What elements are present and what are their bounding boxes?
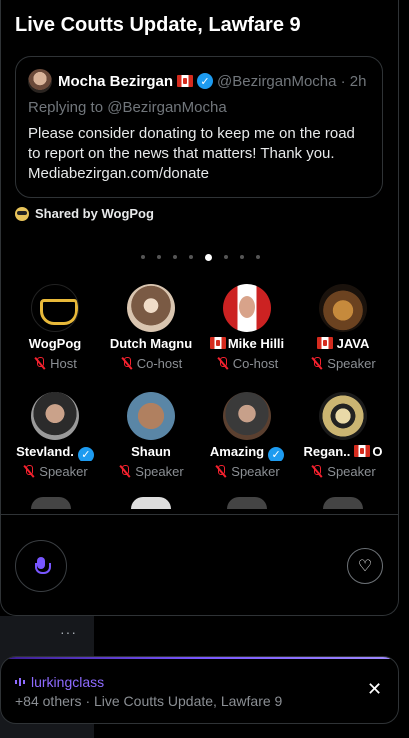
pager-dot[interactable] <box>240 255 244 259</box>
mini-player-host: lurkingclass <box>15 674 104 690</box>
author-handle-time: @BezirganMocha · 2h <box>217 72 367 90</box>
pager-dots <box>1 254 398 261</box>
shared-by-label: Shared by WogPog <box>35 206 154 221</box>
close-icon[interactable]: ✕ <box>367 679 382 700</box>
mic-icon <box>35 557 51 575</box>
speaker-name: Shaun <box>131 444 171 459</box>
avatar <box>319 392 367 440</box>
speaker-role: Host <box>50 356 77 371</box>
more-button[interactable]: ··· <box>60 624 77 640</box>
pager-dot[interactable] <box>141 255 145 259</box>
pager-dot[interactable] <box>189 255 193 259</box>
mic-muted-icon <box>120 357 134 370</box>
speaker-role-line: Speaker <box>7 464 103 479</box>
tweet-header: Mocha Bezirgan ✓ @BezirganMocha · 2h <box>28 69 370 93</box>
divider <box>1 514 398 515</box>
speaker-name-line: JAVA <box>295 336 391 353</box>
canada-flag-icon <box>354 445 371 457</box>
canada-flag-icon <box>177 75 194 87</box>
speaker-role-line: Speaker <box>295 464 391 479</box>
mic-muted-icon <box>310 465 324 478</box>
avatar <box>319 284 367 332</box>
speaker-role: Speaker <box>231 464 280 479</box>
avatar <box>223 392 271 440</box>
speaker-java[interactable]: JAVA Speaker <box>295 284 391 371</box>
avatar <box>127 284 175 332</box>
avatar <box>223 284 271 332</box>
speaker-name: Stevland. <box>16 444 74 459</box>
canada-flag-icon <box>209 337 226 349</box>
shared-by: Shared by WogPog <box>15 206 154 221</box>
mic-muted-icon <box>22 465 36 478</box>
avatar <box>127 392 175 440</box>
speaker-shaun[interactable]: Shaun Speaker <box>103 392 199 479</box>
speaker-role-line: Co-host <box>103 356 199 371</box>
speaker-name: Regan.. <box>303 444 351 459</box>
speaker-wogpog[interactable]: WogPog Host <box>7 284 103 371</box>
avatar <box>131 497 171 509</box>
pager-dot[interactable] <box>224 255 228 259</box>
speaker-role-line: Speaker <box>199 464 295 479</box>
speaker-name: Dutch Magnu <box>109 336 193 351</box>
mic-muted-icon <box>118 465 132 478</box>
mic-muted-icon <box>33 357 47 370</box>
tweet-text: Please consider donating to keep me on t… <box>28 125 355 182</box>
speaker-name: WogPog <box>28 336 82 351</box>
speaker-name-suffix: O <box>372 444 383 459</box>
verified-icon: ✓ <box>197 73 214 89</box>
space-title: Live Coutts Update, Lawfare 9 <box>15 14 301 36</box>
author-name[interactable]: Mocha Bezirgan <box>58 73 173 90</box>
mic-muted-icon <box>310 357 324 370</box>
add-reaction-button[interactable]: ♡ <box>347 548 383 584</box>
mic-muted-icon <box>214 465 228 478</box>
pager-dot[interactable] <box>157 255 161 259</box>
add-reaction-icon: ♡ <box>357 558 373 575</box>
speaker-amazing[interactable]: Amazing ✓ Speaker <box>199 392 295 479</box>
speaker-name-line: Amazing ✓ <box>199 444 295 461</box>
request-mic-button[interactable] <box>15 540 67 592</box>
author-avatar[interactable] <box>28 69 52 93</box>
avatar <box>31 392 79 440</box>
verified-icon: ✓ <box>268 446 285 461</box>
speaker-role: Speaker <box>39 464 88 479</box>
speaker-name: JAVA <box>336 336 370 351</box>
speaker-role-line: Co-host <box>199 356 295 371</box>
space-mini-player[interactable]: lurkingclass +84 others · Live Coutts Up… <box>0 656 399 724</box>
canada-flag-icon <box>316 337 333 349</box>
replying-to: Replying to @BezirganMocha <box>28 99 227 116</box>
speaker-role: Speaker <box>327 464 376 479</box>
pinned-tweet-card[interactable]: Mocha Bezirgan ✓ @BezirganMocha · 2h Rep… <box>15 56 383 198</box>
mini-player-subtitle: +84 others · Live Coutts Update, Lawfare… <box>15 693 283 709</box>
speaker-role: Co-host <box>232 356 279 371</box>
speaker-name-line: Regan.. O <box>295 444 391 461</box>
speaker-role-line: Speaker <box>103 464 199 479</box>
verified-icon: ✓ <box>77 446 94 461</box>
avatar <box>227 497 267 509</box>
speaker-name-line: Mike Hilli <box>199 336 295 353</box>
avatar <box>323 497 363 509</box>
speaker-role: Co-host <box>136 356 183 371</box>
pager-dot[interactable] <box>173 255 177 259</box>
pager-dot[interactable] <box>205 254 212 261</box>
speaker-mike[interactable]: Mike Hilli Co-host <box>199 284 295 371</box>
speaker-dutch[interactable]: Dutch Magnu Co-host <box>103 284 199 371</box>
space-panel: Live Coutts Update, Lawfare 9 Mocha Bezi… <box>0 0 399 616</box>
mini-player-host-name: lurkingclass <box>31 674 105 690</box>
audio-bars-icon <box>15 677 25 687</box>
speaker-stevland[interactable]: Stevland. ✓ Speaker <box>7 392 103 479</box>
avatar <box>31 284 79 332</box>
wogpog-emoji-icon <box>15 206 29 221</box>
speaker-role: Speaker <box>135 464 184 479</box>
speaker-role: Speaker <box>327 356 376 371</box>
speaker-role-line: Host <box>7 356 103 371</box>
avatar <box>31 497 71 509</box>
pager-dot[interactable] <box>256 255 260 259</box>
speaker-role-line: Speaker <box>295 356 391 371</box>
speaker-regan[interactable]: Regan.. O Speaker <box>295 392 391 479</box>
speaker-name: Mike Hilli <box>227 336 285 351</box>
mic-muted-icon <box>216 357 230 370</box>
speaker-name: Amazing <box>209 444 265 459</box>
speaker-name-line: Stevland. ✓ <box>7 444 103 461</box>
